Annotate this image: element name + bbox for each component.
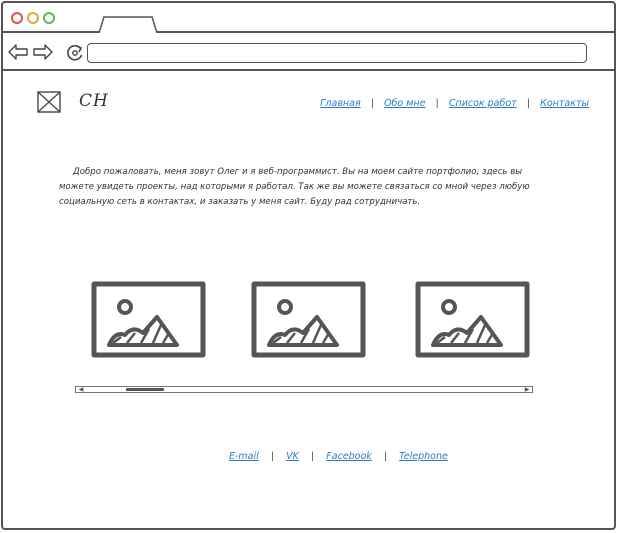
footer-link-vk[interactable]: VK <box>286 451 299 462</box>
browser-toolbar <box>3 33 614 71</box>
maximize-window-button[interactable] <box>43 12 55 24</box>
footer-link-email[interactable]: E-mail <box>229 451 259 462</box>
scroll-left-arrow-icon[interactable]: ◀ <box>77 386 85 393</box>
scrollbar-thumb[interactable] <box>125 388 164 391</box>
page-content: CH Главная | Обо мне | Список работ | Ко… <box>3 71 614 528</box>
back-arrow-icon[interactable] <box>8 44 28 60</box>
logo-text[interactable]: CH <box>79 91 109 111</box>
footer-contacts: E-mail | VK | Facebook | Telephone <box>229 451 448 462</box>
address-bar[interactable] <box>87 43 587 63</box>
nav-separator: | <box>526 98 531 109</box>
nav-separator: | <box>435 98 439 109</box>
nav-link-contacts[interactable]: Контакты <box>540 98 589 109</box>
reload-icon[interactable] <box>65 43 85 63</box>
gallery-image-placeholder-icon[interactable] <box>251 281 366 358</box>
nav-link-about[interactable]: Обо мне <box>384 98 425 109</box>
gallery-image-placeholder-icon[interactable] <box>91 281 206 358</box>
nav-link-works[interactable]: Список работ <box>449 98 517 109</box>
footer-separator: | <box>310 451 315 462</box>
title-bar <box>3 3 614 33</box>
footer-link-telephone[interactable]: Telephone <box>399 451 448 462</box>
scroll-right-arrow-icon[interactable]: ▶ <box>523 386 531 393</box>
intro-paragraph: Добро пожаловать, меня зовут Олег и я ве… <box>59 167 530 207</box>
gallery-horizontal-scrollbar[interactable]: ◀ ▶ <box>75 386 533 393</box>
minimize-window-button[interactable] <box>27 12 39 24</box>
logo-image-placeholder-icon[interactable] <box>37 91 61 113</box>
forward-arrow-icon[interactable] <box>33 44 53 60</box>
footer-separator: | <box>383 451 388 462</box>
nav-link-home[interactable]: Главная <box>320 98 361 109</box>
close-window-button[interactable] <box>11 12 23 24</box>
nav-separator: | <box>370 98 375 109</box>
footer-link-facebook[interactable]: Facebook <box>326 451 372 462</box>
main-navigation: Главная | Обо мне | Список работ | Конта… <box>320 98 589 109</box>
browser-tab[interactable] <box>98 15 158 33</box>
gallery-image-placeholder-icon[interactable] <box>415 281 530 358</box>
browser-window: CH Главная | Обо мне | Список работ | Ко… <box>1 1 616 530</box>
footer-separator: | <box>270 451 275 462</box>
